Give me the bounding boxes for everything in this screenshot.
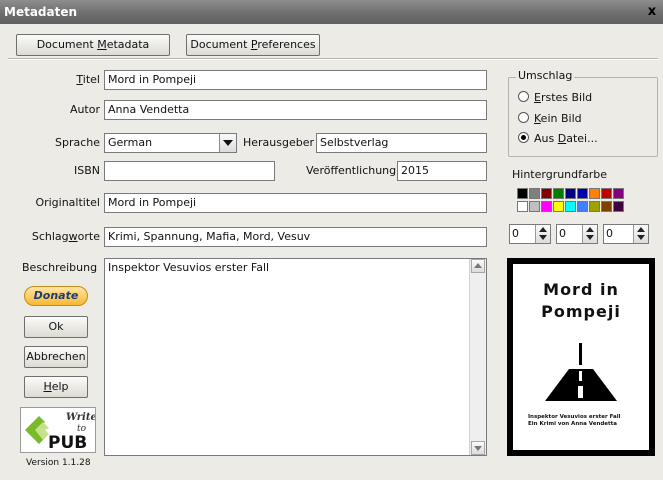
road-icon — [545, 343, 617, 401]
radio-icon[interactable] — [518, 91, 529, 102]
color-r-spinner[interactable]: 0 — [509, 224, 551, 244]
schlagworte-field[interactable]: Krimi, Spannung, Mafia, Mord, Vesuv — [104, 227, 487, 247]
chevron-down-icon[interactable] — [219, 134, 236, 152]
close-icon[interactable]: x — [643, 3, 661, 21]
schlagworte-label: Schlagworte — [31, 230, 100, 243]
beschreibung-textarea[interactable]: Inspektor Vesuvios erster Fall — [104, 258, 487, 456]
logo-writer-text: Writer — [66, 412, 95, 423]
radio-icon[interactable] — [518, 112, 529, 123]
color-swatch[interactable] — [529, 201, 540, 212]
color-swatch[interactable] — [601, 188, 612, 199]
sprache-select[interactable]: German — [104, 133, 237, 153]
color-swatch[interactable] — [565, 201, 576, 212]
color-palette[interactable] — [517, 188, 637, 214]
abbrechen-button[interactable]: Abbrechen — [24, 346, 88, 368]
autor-label: Autor — [69, 103, 100, 116]
color-swatch[interactable] — [553, 188, 564, 199]
color-swatch[interactable] — [613, 188, 624, 199]
color-swatch[interactable] — [565, 188, 576, 199]
color-swatch[interactable] — [589, 201, 600, 212]
spinner-arrows-icon[interactable] — [582, 225, 597, 243]
titel-field[interactable]: Mord in Pompeji — [104, 70, 487, 90]
isbn-field[interactable] — [104, 161, 275, 181]
hintergrundfarbe-label: Hintergrundfarbe — [512, 168, 608, 181]
color-swatch[interactable] — [589, 188, 600, 199]
cover-title-line2: Pompeji — [541, 302, 621, 321]
vertical-scrollbar[interactable] — [469, 259, 486, 455]
radio-aus-datei[interactable]: Aus Datei... — [518, 130, 598, 148]
color-swatch[interactable] — [529, 188, 540, 199]
color-swatch[interactable] — [577, 201, 588, 212]
color-swatch[interactable] — [601, 201, 612, 212]
color-b-spinner[interactable]: 0 — [603, 224, 649, 244]
sprache-label: Sprache — [54, 136, 100, 149]
writer2pub-logo-icon: Writer to PUB — [25, 412, 103, 453]
herausgeber-label: Herausgeber — [243, 136, 315, 149]
spinner-arrows-icon[interactable] — [535, 225, 550, 243]
spinner-arrows-icon[interactable] — [633, 225, 648, 243]
window-titlebar: Metadaten — [0, 0, 663, 24]
writer2pub-logo: Writer to PUB — [20, 407, 103, 453]
cover-title-line1: Mord in — [543, 280, 619, 299]
ok-button[interactable]: Ok — [24, 316, 88, 338]
logo-pub-text: PUB — [48, 433, 87, 452]
veroeffentlichung-field[interactable]: 2015 — [397, 161, 487, 181]
veroeffentlichung-label: Veröffentlichung — [306, 164, 397, 177]
beschreibung-label: Beschreibung — [22, 261, 98, 274]
donate-button[interactable]: Donate — [24, 286, 88, 306]
isbn-label: ISBN — [73, 164, 100, 177]
color-swatch[interactable] — [577, 188, 588, 199]
color-swatch[interactable] — [553, 201, 564, 212]
document-preferences-button[interactable]: Document Preferences — [186, 34, 320, 56]
color-swatch[interactable] — [541, 188, 552, 199]
cover-preview: Mord in Pompeji Inspektor Vesuvios erste… — [507, 258, 655, 456]
radio-checked-icon[interactable] — [518, 132, 529, 143]
document-metadata-button[interactable]: Document Metadata — [16, 34, 170, 56]
radio-kein-bild[interactable]: Kein Bild — [518, 110, 582, 128]
scroll-down-icon[interactable] — [471, 441, 485, 455]
color-swatch[interactable] — [613, 201, 624, 212]
color-swatch[interactable] — [517, 201, 528, 212]
color-swatch[interactable] — [541, 201, 552, 212]
cover-page: Mord in Pompeji Inspektor Vesuvios erste… — [513, 264, 649, 450]
autor-field[interactable]: Anna Vendetta — [104, 100, 487, 120]
help-button[interactable]: Help — [24, 376, 88, 398]
titel-label: Titel — [76, 73, 100, 86]
radio-erstes-bild[interactable]: Erstes Bild — [518, 89, 592, 107]
beschreibung-value: Inspektor Vesuvios erster Fall — [108, 261, 270, 274]
toolbar-separator — [8, 58, 658, 60]
version-label: Version 1.1.28 — [26, 458, 91, 468]
herausgeber-field[interactable]: Selbstverlag — [316, 133, 487, 153]
window-title: Metadaten — [4, 5, 78, 19]
cover-title: Mord in Pompeji — [513, 279, 649, 323]
scroll-up-icon[interactable] — [471, 259, 485, 273]
umschlag-legend: Umschlag — [516, 69, 575, 83]
cover-author-line: Ein Krimi von Anna Vendetta — [528, 421, 618, 427]
originaltitel-field[interactable]: Mord in Pompeji — [104, 193, 487, 213]
originaltitel-label: Originaltitel — [35, 196, 100, 209]
color-g-spinner[interactable]: 0 — [556, 224, 598, 244]
cover-subtitle: Inspektor Vesuvios erster Fall — [528, 414, 621, 420]
sprache-value: German — [108, 136, 153, 149]
color-swatch[interactable] — [517, 188, 528, 199]
